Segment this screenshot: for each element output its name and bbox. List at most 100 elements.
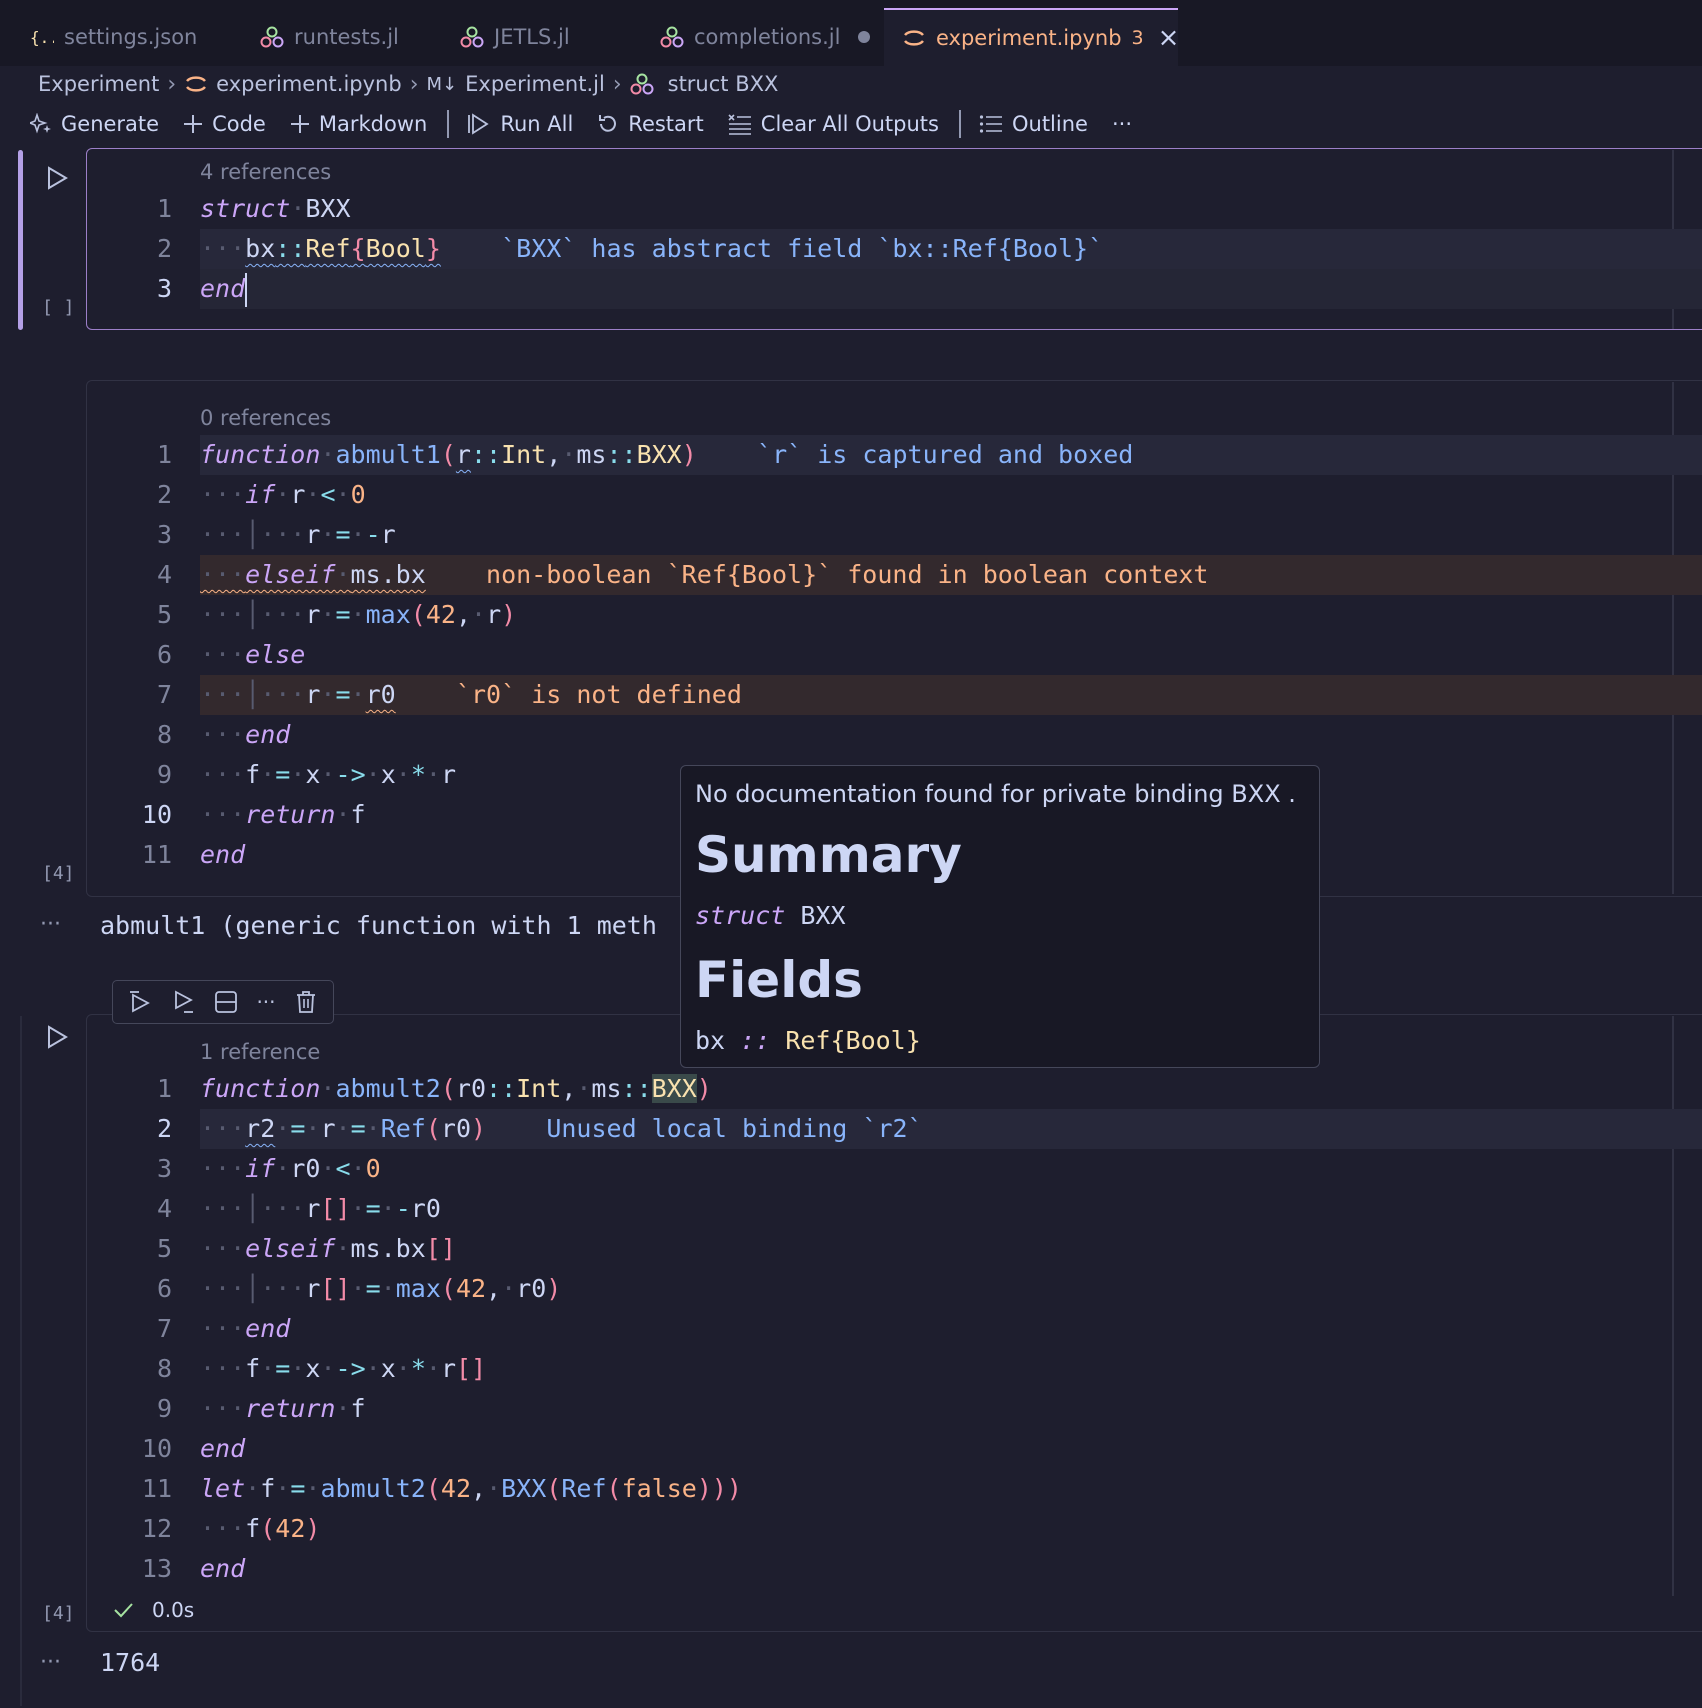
- codelens-references[interactable]: 1 reference: [200, 1040, 320, 1064]
- plus-icon: [183, 114, 203, 134]
- run-below-icon[interactable]: [170, 989, 196, 1015]
- code-line: end: [200, 1554, 246, 1583]
- line-number: 8: [156, 1354, 172, 1383]
- add-code-cell-button[interactable]: Code: [183, 112, 266, 136]
- line-number: 11: [141, 840, 172, 869]
- tab-runtests-jl[interactable]: runtests.jl: [260, 8, 399, 66]
- inline-diagnostic: `BXX` has abstract field `bx::Ref{Bool}`: [501, 234, 1104, 263]
- clear-all-outputs-button[interactable]: Clear All Outputs: [728, 112, 939, 136]
- code-line: ···f·=·x·->·x·*·r[]: [200, 1354, 487, 1383]
- tab-bar: {..} settings.json runtests.jl JETLS.jl …: [0, 0, 1702, 66]
- line-number: 1: [156, 194, 172, 223]
- tab-label: experiment.ipynb: [936, 26, 1122, 50]
- code-line: ···else: [200, 640, 306, 669]
- hover-fields-code: bx :: Ref{Bool}: [695, 1026, 921, 1055]
- text-cursor: [245, 273, 248, 307]
- output-menu-button[interactable]: ···: [40, 912, 61, 937]
- code-line: struct·BXX: [200, 194, 351, 223]
- line-number: 4: [156, 560, 172, 589]
- breadcrumb-item-module[interactable]: Experiment.jl: [465, 72, 605, 96]
- execution-count: [4]: [42, 863, 75, 884]
- hover-message: No documentation found for private bindi…: [695, 780, 1296, 808]
- code-line: ···f·=·x·->·x·*·r: [200, 760, 457, 789]
- breadcrumb-item-notebook[interactable]: experiment.ipynb: [216, 72, 402, 96]
- clear-all-icon: [728, 113, 752, 135]
- code-line: ···elseif·ms.bx[]: [200, 1234, 456, 1263]
- toolbar-divider: [958, 110, 961, 138]
- line-number: 10: [141, 1434, 172, 1463]
- output-menu-button[interactable]: ···: [40, 1650, 61, 1675]
- code-line: ···r2·=·r·=·Ref(r0) Unused local binding…: [200, 1114, 923, 1143]
- line-number: 2: [156, 480, 172, 509]
- run-above-icon[interactable]: [127, 989, 153, 1015]
- notebook-toolbar: Generate Code Markdown Run All Restart C…: [30, 104, 1156, 144]
- line-number: 7: [156, 680, 172, 709]
- line-number: 1: [156, 1074, 172, 1103]
- split-cell-icon[interactable]: [213, 989, 239, 1015]
- add-markdown-cell-button[interactable]: Markdown: [290, 112, 427, 136]
- code-line: function·abmult2(r0::Int,·ms::BXX): [200, 1074, 712, 1103]
- tab-jetls-jl[interactable]: JETLS.jl: [460, 8, 570, 66]
- focused-cell-indicator: [18, 150, 23, 330]
- codelens-references[interactable]: 4 references: [200, 160, 331, 184]
- tab-settings-json[interactable]: {..} settings.json: [30, 8, 197, 66]
- code-line: end: [200, 840, 246, 869]
- tab-experiment-ipynb[interactable]: experiment.ipynb 3 ×: [884, 8, 1180, 66]
- check-icon: [112, 1599, 134, 1621]
- line-number: 3: [156, 520, 172, 549]
- hover-documentation-popup: No documentation found for private bindi…: [680, 765, 1320, 1068]
- more-icon[interactable]: ···: [256, 990, 275, 1014]
- restart-button[interactable]: Restart: [597, 112, 704, 136]
- breadcrumb-item-symbol[interactable]: struct BXX: [668, 72, 779, 96]
- code-line: ···if·r·<·0: [200, 480, 366, 509]
- code-line: ···return·f: [200, 800, 366, 829]
- hover-summary-code: struct BXX: [695, 901, 846, 930]
- restart-icon: [597, 113, 619, 135]
- svg-text:{..}: {..}: [30, 28, 54, 47]
- code-line: ···│···r·=·r0 `r0` is not defined: [200, 680, 742, 709]
- code-line: ···elseif·ms.bx non-boolean `Ref{Bool}` …: [200, 560, 1209, 589]
- run-cell-button[interactable]: [44, 1024, 70, 1050]
- run-cell-button[interactable]: [44, 165, 70, 191]
- code-line: ···bx::Ref{Bool} `BXX` has abstract fiel…: [200, 234, 1104, 263]
- code-line: ···│···r[]·=·-r0: [200, 1194, 441, 1223]
- close-icon[interactable]: ×: [1158, 23, 1180, 53]
- current-line-highlight: [200, 269, 1702, 309]
- hover-fields-heading: Fields: [695, 951, 863, 1009]
- play-icon: [48, 1025, 68, 1049]
- code-line: ···│···r·=·-r: [200, 520, 396, 549]
- tab-label: runtests.jl: [294, 25, 399, 49]
- modified-dot-icon: [858, 31, 871, 43]
- line-number: 5: [156, 600, 172, 629]
- sparkle-icon: [30, 113, 52, 135]
- markdown-icon: M↓: [426, 73, 458, 95]
- run-all-button[interactable]: Run All: [467, 112, 573, 136]
- code-line: end: [200, 269, 248, 309]
- tab-completions-jl[interactable]: completions.jl: [660, 8, 871, 66]
- run-all-icon: [467, 113, 491, 135]
- line-number: 4: [156, 1194, 172, 1223]
- tab-label: settings.json: [64, 25, 198, 49]
- inline-diagnostic: non-boolean `Ref{Bool}` found in boolean…: [486, 560, 1209, 589]
- line-number: 8: [156, 720, 172, 749]
- trash-icon[interactable]: [293, 989, 319, 1015]
- codelens-references[interactable]: 0 references: [200, 406, 331, 430]
- breadcrumb-item-folder[interactable]: Experiment: [38, 72, 159, 96]
- inline-diagnostic: `r` is captured and boxed: [757, 440, 1134, 469]
- problems-badge: 3: [1131, 27, 1144, 49]
- julia-icon: [460, 25, 484, 49]
- julia-icon: [260, 25, 284, 49]
- line-number: 3: [156, 1154, 172, 1183]
- jupyter-icon: [902, 26, 926, 50]
- generate-button[interactable]: Generate: [30, 112, 159, 136]
- breadcrumb: Experiment › experiment.ipynb › M↓ Exper…: [38, 68, 778, 100]
- execution-count: [4]: [42, 1603, 75, 1624]
- line-number: 10: [141, 800, 172, 829]
- line-number: 3: [156, 274, 172, 303]
- execution-time: 0.0s: [152, 1598, 195, 1622]
- line-number: 12: [141, 1514, 172, 1543]
- code-line: let·f·=·abmult2(42,·BXX(Ref(false))): [200, 1474, 742, 1503]
- outline-button[interactable]: Outline: [979, 112, 1088, 136]
- more-actions-button[interactable]: ···: [1112, 112, 1132, 136]
- code-line: ···│···r·=·max(42,·r): [200, 600, 517, 629]
